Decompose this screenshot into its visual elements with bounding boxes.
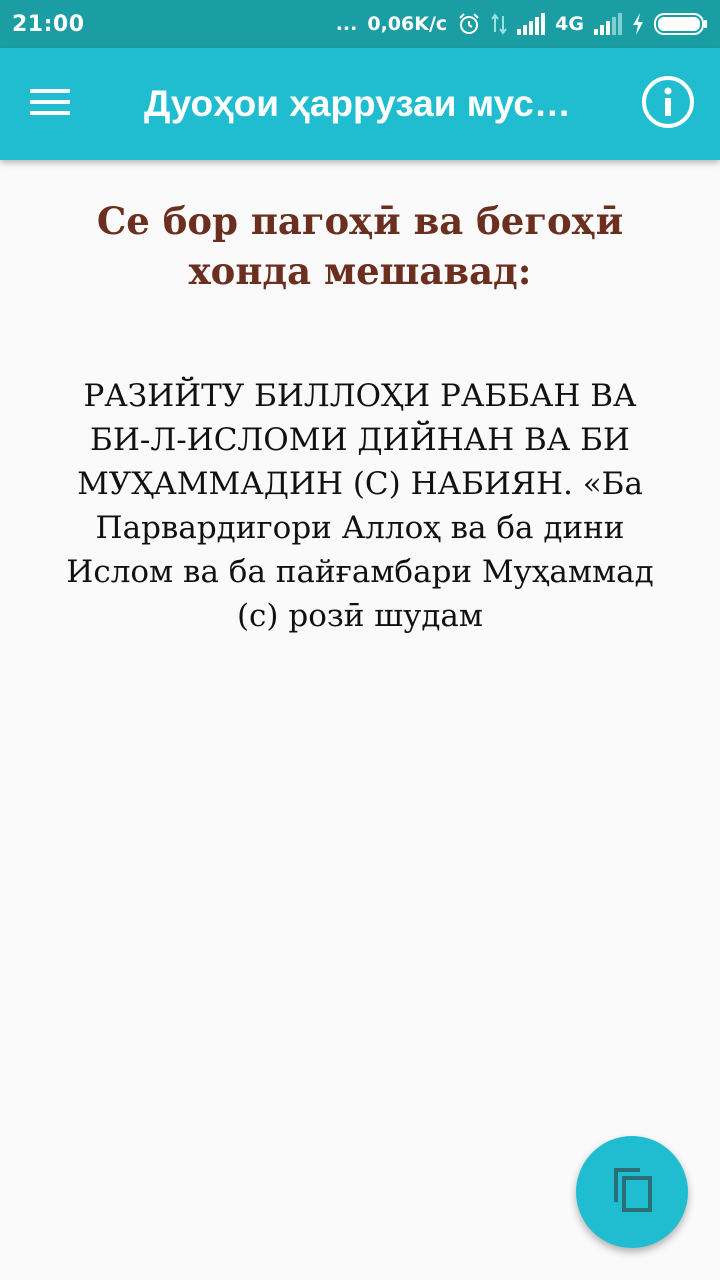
status-time: 21:00 [12, 11, 85, 37]
status-dots: ... [335, 13, 358, 35]
dua-heading: Се бор пагоҳӣ ва бегоҳӣ хонда мешавад: [96, 199, 624, 293]
copy-button[interactable] [576, 1136, 688, 1248]
data-arrows-icon [491, 12, 507, 36]
alarm-icon [457, 12, 481, 36]
content-area: Се бор пагоҳӣ ва бегоҳӣ хонда мешавад: Р… [0, 160, 720, 638]
app-title: Дуоҳои ҳаррузаи мусулмонон [144, 83, 584, 124]
network-type: 4G [555, 13, 584, 35]
copy-icon [610, 1166, 654, 1219]
dua-text: РАЗИЙТУ БИЛЛОҲИ РАББАН ВА БИ-Л-ИСЛОМИ ДИ… [66, 378, 654, 634]
hamburger-menu-icon [30, 86, 70, 123]
network-speed: 0,06K/c [367, 13, 448, 35]
app-bar: Дуоҳои ҳаррузаи мусулмонон [0, 48, 720, 160]
info-button[interactable] [638, 74, 698, 134]
menu-button[interactable] [22, 76, 78, 132]
status-icons: ... 0,06K/c 4G [336, 12, 708, 36]
battery-icon [654, 12, 708, 36]
charging-icon [632, 13, 644, 35]
signal-icon [517, 13, 546, 35]
signal-icon-2 [594, 13, 622, 35]
info-icon [640, 74, 696, 135]
status-bar: 21:00 ... 0,06K/c 4G [0, 0, 720, 48]
